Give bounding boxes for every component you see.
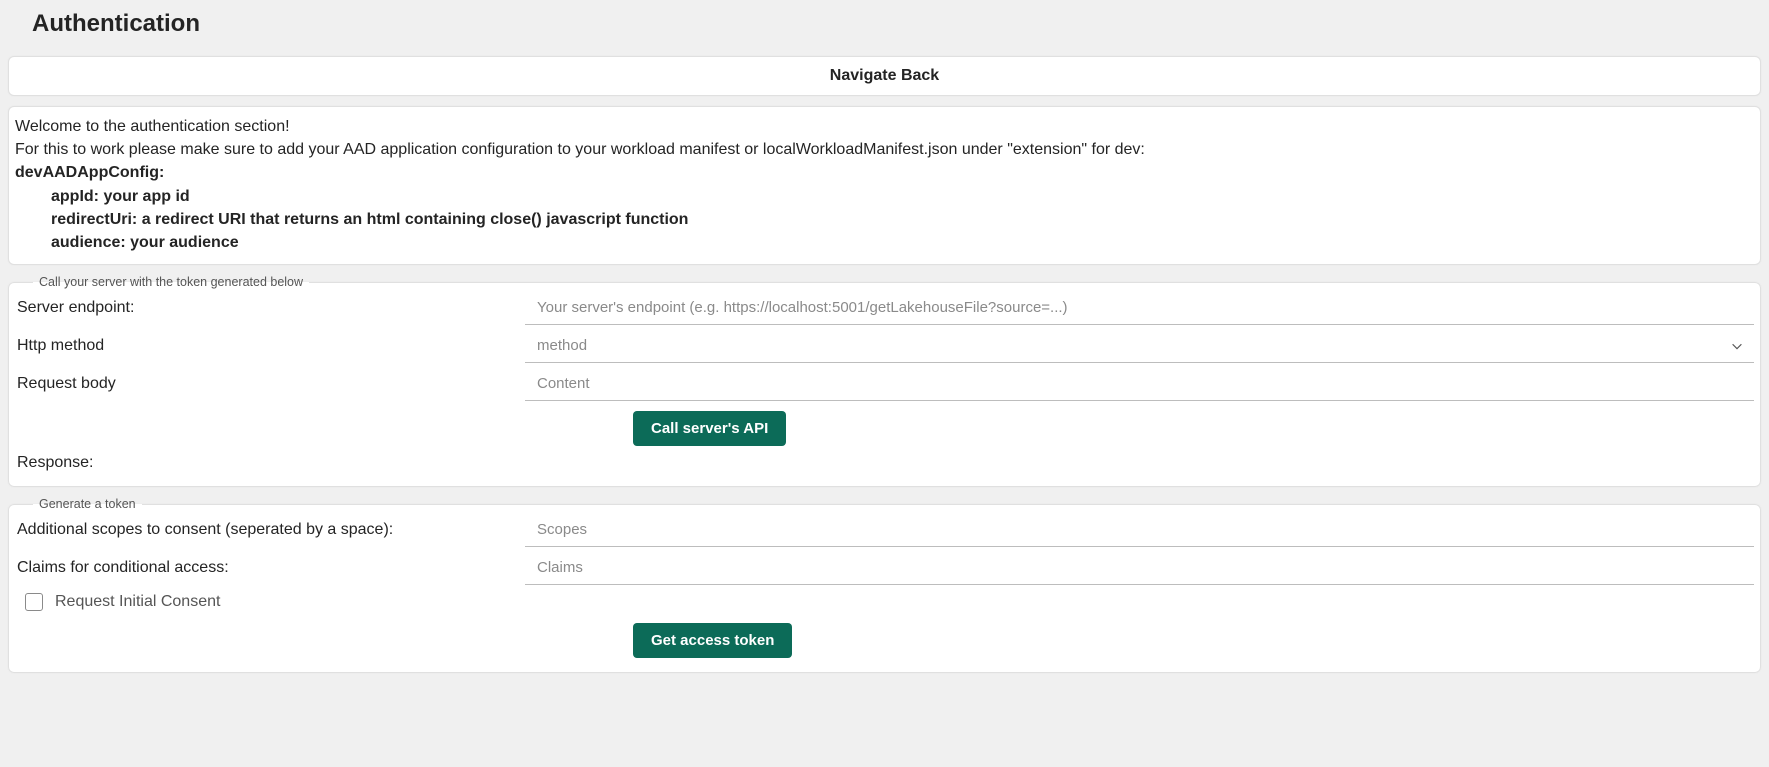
info-panel: Welcome to the authentication section! F… — [8, 106, 1761, 265]
info-appid: appId: your app id — [15, 185, 1754, 208]
request-initial-consent-label: Request Initial Consent — [55, 593, 220, 611]
http-method-select[interactable]: method — [525, 329, 1754, 363]
server-endpoint-input[interactable] — [525, 291, 1754, 325]
call-server-section: Call your server with the token generate… — [8, 275, 1761, 487]
request-body-input[interactable] — [525, 367, 1754, 401]
info-welcome: Welcome to the authentication section! — [15, 115, 1754, 138]
navigate-back-button[interactable]: Navigate Back — [8, 56, 1761, 96]
info-config-header: devAADAppConfig: — [15, 161, 1754, 184]
response-label: Response: — [15, 448, 1754, 474]
generate-token-legend: Generate a token — [33, 497, 142, 511]
page-title: Authentication — [32, 10, 1761, 38]
generate-token-section: Generate a token Additional scopes to co… — [8, 497, 1761, 673]
request-body-label: Request body — [15, 375, 525, 393]
claims-label: Claims for conditional access: — [15, 559, 525, 577]
http-method-label: Http method — [15, 337, 525, 355]
call-server-legend: Call your server with the token generate… — [33, 275, 309, 289]
request-initial-consent-checkbox[interactable] — [25, 593, 43, 611]
info-audience: audience: your audience — [15, 231, 1754, 254]
server-endpoint-label: Server endpoint: — [15, 299, 525, 317]
info-instruction: For this to work please make sure to add… — [15, 138, 1754, 161]
chevron-down-icon — [1730, 339, 1744, 353]
info-redirect-uri: redirectUri: a redirect URI that returns… — [15, 208, 1754, 231]
get-access-token-button[interactable]: Get access token — [633, 623, 792, 658]
call-server-button[interactable]: Call server's API — [633, 411, 786, 446]
claims-input[interactable] — [525, 551, 1754, 585]
http-method-placeholder: method — [537, 337, 587, 354]
scopes-label: Additional scopes to consent (seperated … — [15, 521, 525, 539]
scopes-input[interactable] — [525, 513, 1754, 547]
